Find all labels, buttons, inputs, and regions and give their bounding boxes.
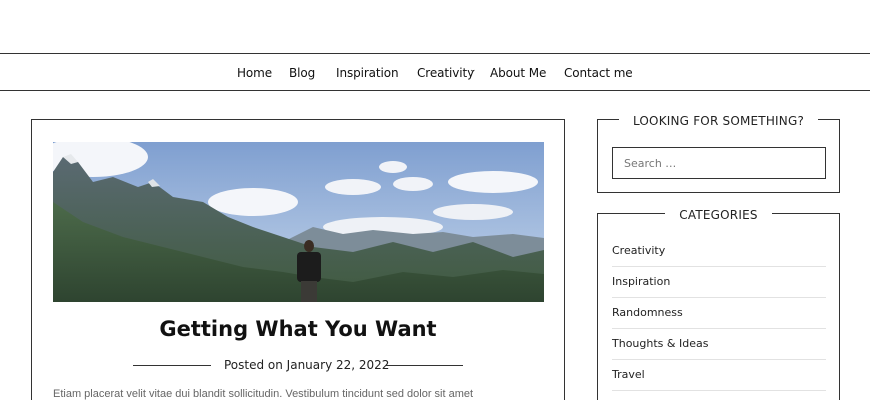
- nav-item-blog[interactable]: Blog: [289, 66, 315, 80]
- post-title[interactable]: Getting What You Want: [32, 317, 564, 341]
- main-navigation: Home Blog Inspiration Creativity ⌄ About…: [0, 53, 870, 91]
- meta-divider-left: [133, 365, 211, 366]
- nav-item-home[interactable]: Home: [237, 66, 272, 80]
- post-meta: Posted on January 22, 2022: [32, 358, 564, 374]
- nav-item-about-me[interactable]: About Me: [490, 66, 546, 80]
- nav-item-contact-me[interactable]: Contact me: [564, 66, 633, 80]
- category-item-inspiration[interactable]: Inspiration: [612, 267, 826, 298]
- post-featured-image[interactable]: [53, 142, 544, 302]
- category-item-travel[interactable]: Travel: [612, 360, 826, 391]
- category-item-creativity[interactable]: Creativity: [612, 236, 826, 267]
- nav-item-inspiration[interactable]: Inspiration: [336, 66, 399, 80]
- meta-divider-right: [386, 365, 463, 366]
- post-excerpt: Etiam placerat velit vitae dui blandit s…: [53, 388, 474, 400]
- search-widget: LOOKING FOR SOMETHING? Search …: [597, 114, 840, 193]
- category-item-randomness[interactable]: Randomness: [612, 298, 826, 329]
- post-date[interactable]: Posted on January 22, 2022: [224, 358, 389, 372]
- chevron-down-icon[interactable]: ⌄: [469, 64, 477, 75]
- blog-post-card: Getting What You Want Posted on January …: [31, 119, 565, 400]
- category-list: Creativity Inspiration Randomness Though…: [612, 236, 826, 391]
- category-item-thoughts-ideas[interactable]: Thoughts & Ideas: [612, 329, 826, 360]
- search-input[interactable]: Search …: [612, 147, 826, 179]
- search-widget-title: LOOKING FOR SOMETHING?: [618, 114, 819, 128]
- categories-widget-title: CATEGORIES: [665, 208, 772, 222]
- categories-widget: CATEGORIES Creativity Inspiration Random…: [597, 208, 840, 400]
- nav-item-creativity[interactable]: Creativity: [417, 66, 474, 80]
